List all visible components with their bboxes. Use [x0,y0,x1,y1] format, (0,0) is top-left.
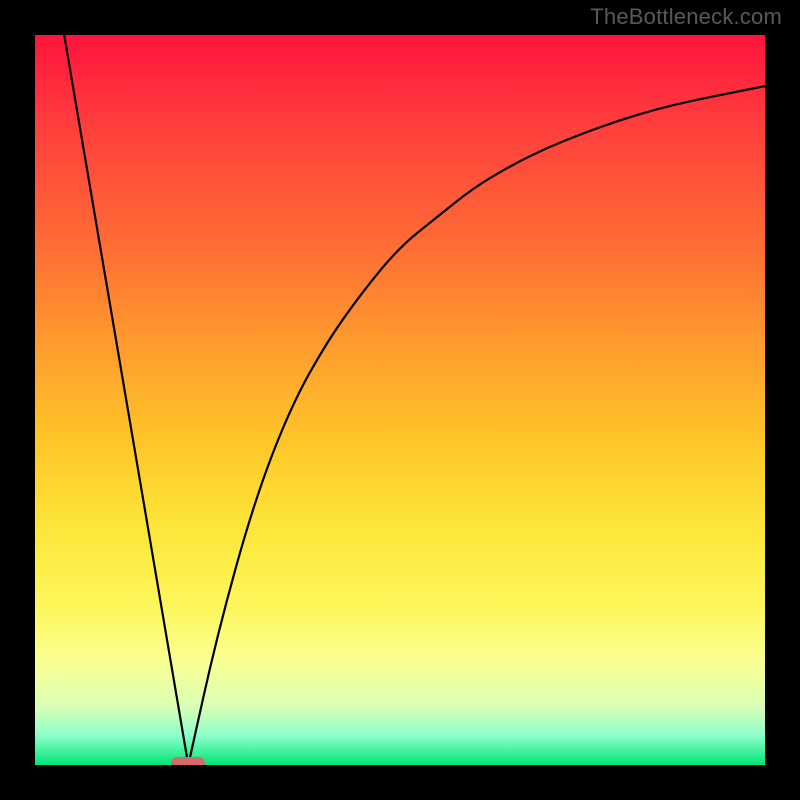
curve-svg [35,35,765,765]
curve-path [64,35,765,765]
watermark-text: TheBottleneck.com [590,4,782,30]
plot-area [35,35,765,765]
bottleneck-marker [171,757,205,765]
chart-frame: TheBottleneck.com [0,0,800,800]
